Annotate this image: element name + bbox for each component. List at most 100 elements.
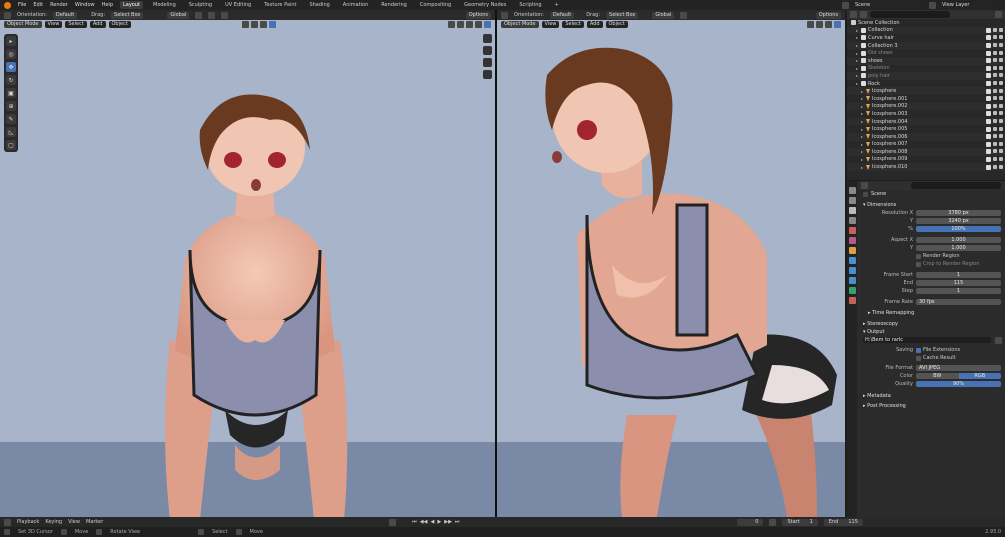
visibility-eye-icon[interactable] <box>993 103 997 108</box>
play-icon[interactable]: ▶ <box>437 519 441 525</box>
outliner-row[interactable]: ▸ Rock <box>847 80 1005 88</box>
render-camera-icon[interactable] <box>999 149 1003 154</box>
visibility-eye-icon[interactable] <box>993 88 997 93</box>
pivot-icon[interactable] <box>195 11 203 19</box>
folder-icon[interactable] <box>995 336 1002 344</box>
render-camera-icon[interactable] <box>999 156 1003 161</box>
proportional-edit-icon[interactable] <box>221 11 229 19</box>
render-camera-icon[interactable] <box>999 141 1003 146</box>
viewport-overlays-icon[interactable] <box>807 21 814 28</box>
output-path-field[interactable]: H:\Bem to rarlc <box>863 336 991 344</box>
mode-dropdown[interactable]: Object Mode <box>501 21 539 28</box>
exclude-checkbox-icon[interactable] <box>986 149 991 155</box>
res-x-field[interactable]: 3780 px <box>916 209 1001 217</box>
drag-dropdown[interactable]: Select Box <box>606 11 639 19</box>
color-rgb-button[interactable]: RGB <box>958 372 1001 380</box>
workspace-tab-layout[interactable]: Layout <box>120 1 143 9</box>
outliner-row[interactable]: ▸ Icosphere.007 <box>847 141 1005 149</box>
quality-slider[interactable]: 90% <box>916 380 1001 388</box>
outliner-row[interactable]: ▸ Icosphere.006 <box>847 132 1005 141</box>
visibility-eye-icon[interactable] <box>993 119 997 124</box>
timeline-editor-icon[interactable] <box>4 518 11 526</box>
view-layer-tab-icon[interactable] <box>848 217 856 224</box>
visibility-eye-icon[interactable] <box>993 126 997 131</box>
cursor-tool-icon[interactable] <box>4 11 11 19</box>
material-tab-icon[interactable] <box>848 297 856 304</box>
frame-rate-dropdown[interactable]: 30 fps <box>916 298 1001 306</box>
exclude-checkbox-icon[interactable] <box>986 111 991 117</box>
outliner-row[interactable]: ▸ Icosphere.010 <box>847 163 1005 171</box>
render-region-checkbox[interactable]: Render Region <box>916 253 960 259</box>
visibility-eye-icon[interactable] <box>993 50 997 55</box>
render-camera-icon[interactable] <box>999 111 1003 116</box>
measure-tool-icon[interactable]: ◺ <box>6 127 16 137</box>
exclude-checkbox-icon[interactable] <box>986 73 991 79</box>
outliner-row[interactable]: ▸ Collection 3 <box>847 41 1005 50</box>
current-frame-field[interactable]: 0 <box>737 518 764 526</box>
render-camera-icon[interactable] <box>999 88 1003 93</box>
stereoscopy-section[interactable]: ▸ Stereoscopy <box>858 320 1005 328</box>
exclude-checkbox-icon[interactable] <box>986 43 991 49</box>
visibility-eye-icon[interactable] <box>993 141 997 146</box>
cursor-tool-icon[interactable] <box>501 11 508 19</box>
orientation-dropdown[interactable]: Default <box>52 11 78 19</box>
tool-tab-icon[interactable] <box>848 187 856 194</box>
select-menu[interactable]: Select <box>562 21 584 28</box>
visibility-eye-icon[interactable] <box>993 43 997 48</box>
filter-icon[interactable] <box>995 11 1002 18</box>
outliner-row[interactable]: ▸ Curve hair <box>847 34 1005 42</box>
annotate-tool-icon[interactable]: ✎ <box>6 114 16 124</box>
outliner-row[interactable]: ▸ Icosphere.009 <box>847 156 1005 164</box>
record-icon[interactable] <box>389 518 397 526</box>
outliner-row[interactable]: ▸ Old shoes <box>847 49 1005 57</box>
constraints-tab-icon[interactable] <box>848 287 856 294</box>
output-section-header[interactable]: ▾ Output <box>858 328 1005 336</box>
workspace-tab-compositing[interactable]: Compositing <box>417 1 454 9</box>
aspect-x-field[interactable]: 1.000 <box>916 236 1001 244</box>
exclude-checkbox-icon[interactable] <box>986 88 991 94</box>
object-tab-icon[interactable] <box>848 247 856 254</box>
transform-orientation-dropdown[interactable]: Global <box>167 11 190 19</box>
blender-logo-icon[interactable] <box>4 1 11 9</box>
visibility-eye-icon[interactable] <box>993 149 997 154</box>
visibility-eye-icon[interactable] <box>993 58 997 63</box>
visibility-eye-icon[interactable] <box>993 27 997 32</box>
world-tab-icon[interactable] <box>848 237 856 244</box>
particles-tab-icon[interactable] <box>848 267 856 274</box>
outliner-row[interactable]: ▸ Icosphere.004 <box>847 117 1005 126</box>
visibility-eye-icon[interactable] <box>993 73 997 78</box>
playback-menu[interactable]: Playback <box>17 519 39 525</box>
visibility-eye-icon[interactable] <box>993 164 997 169</box>
properties-editor-icon[interactable] <box>861 182 868 189</box>
add-menu[interactable]: Add <box>586 21 603 28</box>
file-format-dropdown[interactable]: AVI JPEG <box>916 364 1001 372</box>
metadata-section[interactable]: ▸ Metadata <box>858 392 1005 400</box>
outliner-root-row[interactable]: Scene Collection <box>847 19 1005 27</box>
display-mode-icon[interactable] <box>860 11 867 18</box>
material-shading-icon[interactable] <box>825 21 832 28</box>
color-bw-button[interactable]: BW <box>916 372 959 380</box>
visibility-eye-icon[interactable] <box>993 35 997 40</box>
visibility-eye-icon[interactable] <box>993 81 997 86</box>
cursor-tool-icon[interactable]: ◎ <box>6 49 16 59</box>
file-extensions-checkbox[interactable]: File Extensions <box>916 347 960 353</box>
select-tool-icon[interactable]: ▸ <box>6 36 16 46</box>
outliner-row[interactable]: ▸ Collection <box>847 26 1005 35</box>
orientation-dropdown[interactable]: Default <box>549 11 575 19</box>
prev-keyframe-icon[interactable]: ◀◀ <box>420 519 428 525</box>
xray-icon[interactable] <box>259 21 267 28</box>
overlay-icon[interactable] <box>241 21 249 28</box>
object-menu[interactable]: Object <box>108 21 131 28</box>
exclude-checkbox-icon[interactable] <box>986 103 991 109</box>
play-reverse-icon[interactable]: ◀ <box>431 519 435 525</box>
camera-view-icon[interactable] <box>483 58 492 67</box>
time-remapping-section[interactable]: ▸ Time Remapping <box>858 309 1005 317</box>
outliner-row[interactable]: ▸ poly hair <box>847 72 1005 80</box>
outliner-row[interactable]: ▸ Icosphere.003 <box>847 110 1005 118</box>
output-tab-icon[interactable] <box>848 207 856 214</box>
workspace-tab-scripting[interactable]: Scripting <box>516 1 544 9</box>
exclude-checkbox-icon[interactable] <box>986 156 991 162</box>
gizmo-icon[interactable] <box>250 21 258 28</box>
keying-menu[interactable]: Keying <box>45 519 62 525</box>
add-workspace-button[interactable]: + <box>552 1 562 9</box>
